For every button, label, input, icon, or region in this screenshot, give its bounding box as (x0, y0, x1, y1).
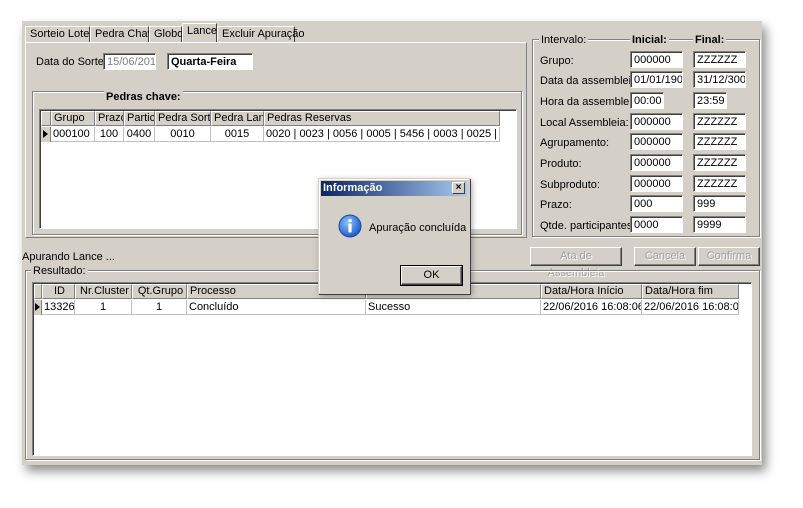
resultado-group: Resultado: ID Nr.Cluster Qt.Grupo Proces… (25, 265, 760, 460)
dialog-message: Apuração concluída (369, 222, 467, 234)
hora-assembleia-inicial-input[interactable]: 00:00 (630, 92, 664, 109)
data-assembleia-final-input[interactable]: 31/12/3000 (693, 71, 746, 88)
col-header-data-hora-inicio[interactable]: Data/Hora Início (541, 284, 642, 299)
weekday-field: Quarta-Feira (167, 53, 253, 70)
info-icon (338, 214, 362, 238)
ok-button[interactable]: OK (401, 266, 462, 285)
produto-final-input[interactable]: ZZZZZZ (693, 154, 746, 171)
local-assembleia-label: Local Assembleia: (540, 117, 629, 129)
produto-inicial-input[interactable]: 000000 (630, 154, 683, 171)
agrupamento-final-input[interactable]: ZZZZZZ (693, 133, 746, 150)
info-dialog: Informação × Apuração concluída OK (318, 178, 470, 294)
grupo-inicial-input[interactable]: 000000 (630, 51, 683, 68)
status-text: Apurando Lance ... (22, 251, 115, 263)
inicial-header: Inicial: (630, 34, 669, 46)
agrupamento-label: Agrupamento: (540, 137, 610, 149)
row-pointer-icon (35, 303, 40, 311)
resultado-grid[interactable]: ID Nr.Cluster Qt.Grupo Processo Data/Hor… (32, 282, 752, 456)
grupo-label: Grupo: (540, 55, 574, 67)
produto-label: Produto: (540, 158, 582, 170)
tab-excluir-apuracao[interactable]: Excluir Apuração (217, 26, 305, 42)
final-header: Final: (693, 34, 727, 46)
data-assembleia-inicial-input[interactable]: 01/01/1900 (630, 71, 683, 88)
qtde-participantes-final-input[interactable]: 9999 (693, 216, 746, 233)
qtde-participantes-label: Qtde. participantes: (540, 220, 636, 232)
pedras-cell-grupo[interactable]: 000100 (51, 127, 95, 142)
col-header-prazo[interactable]: Prazo (95, 111, 124, 126)
prazo-inicial-input[interactable]: 000 (630, 195, 683, 212)
resultado-cell-inicio[interactable]: 22/06/2016 16:08:06 (541, 300, 642, 315)
subproduto-inicial-input[interactable]: 000000 (630, 175, 683, 192)
resultado-cell-fim[interactable]: 22/06/2016 16:08:06 (642, 300, 739, 315)
hora-assembleia-final-input[interactable]: 23:59 (693, 92, 727, 109)
col-header-data-hora-fim[interactable]: Data/Hora fim (642, 284, 739, 299)
col-header-pedra-lance[interactable]: Pedra Lance (211, 111, 264, 126)
qtde-participantes-inicial-input[interactable]: 0000 (630, 216, 683, 233)
col-header-partic[interactable]: Partic. (124, 111, 155, 126)
intervalo-group: Intervalo: Inicial: Final: Grupo: 000000… (532, 34, 760, 237)
dialog-titlebar[interactable]: Informação × (321, 181, 467, 196)
cancela-button[interactable]: Cancela (634, 247, 696, 266)
pedras-cell-pedra-sorteio[interactable]: 0010 (155, 127, 211, 142)
hora-assembleia-label: Hora da assembleia: (540, 96, 641, 108)
pedras-grid-indicator-header (41, 111, 51, 126)
resultado-cell-id[interactable]: 13326 (42, 300, 75, 315)
col-header-nr-cluster[interactable]: Nr.Cluster (75, 284, 132, 299)
agrupamento-inicial-input[interactable]: 000000 (630, 133, 683, 150)
subproduto-final-input[interactable]: ZZZZZZ (693, 175, 746, 192)
confirma-button[interactable]: Confirma (698, 247, 760, 266)
local-assembleia-final-input[interactable]: ZZZZZZ (693, 113, 746, 130)
tab-lance[interactable]: Lance (182, 23, 217, 42)
pedras-cell-partic[interactable]: 0400 (124, 127, 155, 142)
resultado-title: Resultado: (31, 265, 88, 277)
resultado-indicator-header (34, 284, 42, 299)
ata-assembleia-button[interactable]: Ata de Assembleia (530, 247, 622, 279)
pedras-cell-pedras-reservas[interactable]: 0020 | 0023 | 0056 | 0005 | 5456 | 0003 … (264, 127, 500, 142)
row-pointer-icon (43, 130, 48, 138)
resultado-cell-nr-cluster[interactable]: 1 (75, 300, 132, 315)
data-assembleia-label: Data da assembleia: (540, 75, 641, 87)
pedras-cell-pedra-lance[interactable]: 0015 (211, 127, 264, 142)
resultado-cell-qt-grupo[interactable]: 1 (132, 300, 187, 315)
dialog-title: Informação (323, 182, 383, 194)
col-header-pedra-sorteio[interactable]: Pedra Sorteio (155, 111, 211, 126)
row-indicator (41, 127, 51, 142)
data-sorteio-field[interactable]: 15/06/2016 (103, 53, 156, 70)
prazo-final-input[interactable]: 999 (693, 195, 746, 212)
pedras-cell-prazo[interactable]: 100 (95, 127, 124, 142)
resultado-cell-processo[interactable]: Concluído (187, 300, 366, 315)
col-header-id[interactable]: ID (42, 284, 75, 299)
tab-pedra-chave[interactable]: Pedra Chave (90, 26, 159, 42)
col-header-qt-grupo[interactable]: Qt.Grupo (132, 284, 187, 299)
prazo-label: Prazo: (540, 199, 572, 211)
resultado-row-indicator (34, 300, 42, 315)
close-icon[interactable]: × (452, 182, 465, 194)
local-assembleia-inicial-input[interactable]: 000000 (630, 113, 683, 130)
intervalo-title: Intervalo: (539, 34, 589, 46)
resultado-cell-status[interactable]: Sucesso (366, 300, 541, 315)
grupo-final-input[interactable]: ZZZZZZ (693, 51, 746, 68)
pedras-chave-title: Pedras chave: (104, 91, 183, 103)
col-header-pedras-reservas[interactable]: Pedras Reservas (264, 111, 500, 126)
tab-globo[interactable]: Globo (149, 26, 183, 42)
subproduto-label: Subproduto: (540, 179, 600, 191)
tab-sorteio-loteria[interactable]: Sorteio Loteria (25, 26, 102, 42)
col-header-grupo[interactable]: Grupo (51, 111, 95, 126)
